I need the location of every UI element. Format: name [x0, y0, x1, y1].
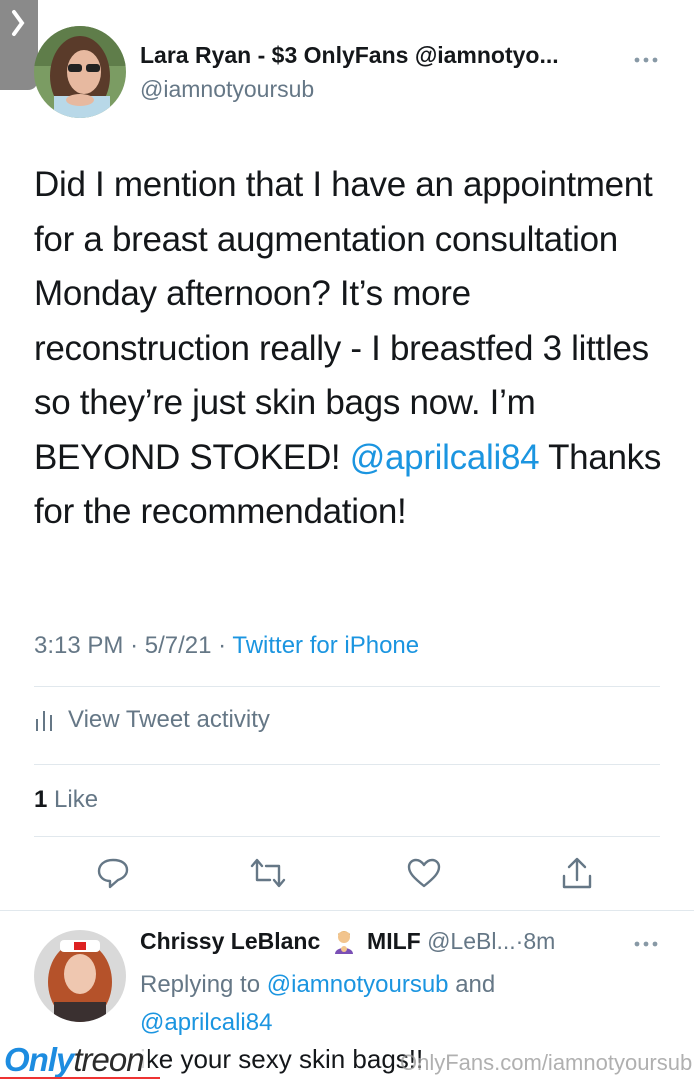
- tweet-date: 5/7/21: [144, 632, 212, 659]
- watermark-url: OnlyFans.com/iamnotyoursub: [400, 1050, 693, 1075]
- like-icon[interactable]: [406, 856, 442, 890]
- back-chevron-icon: [12, 10, 25, 36]
- back-button[interactable]: [0, 0, 38, 90]
- replying-and: and: [448, 971, 496, 998]
- reply-icon[interactable]: [96, 856, 130, 890]
- replying-user-link[interactable]: @aprilcali84: [140, 1009, 272, 1036]
- activity-chart-icon: [36, 711, 52, 731]
- watermark-underline: [0, 1077, 160, 1079]
- view-tweet-activity[interactable]: View Tweet activity: [34, 706, 270, 734]
- meta-separator: ·: [218, 632, 227, 659]
- replying-prefix: Replying to: [140, 971, 267, 998]
- watermark-logo-part: Only: [4, 1041, 74, 1078]
- reply-handle[interactable]: @LeBl...: [427, 928, 516, 954]
- replying-user-link[interactable]: @iamnotyoursub: [267, 971, 449, 998]
- tweet-text-body: Did I mention that I have an appointment…: [34, 165, 653, 477]
- author-name[interactable]: Lara Ryan - $3 OnlyFans @iamnotyo...: [140, 42, 640, 69]
- likes-count[interactable]: 1 Like: [34, 786, 98, 814]
- author-handle[interactable]: @iamnotyoursub: [140, 76, 314, 103]
- divider: [34, 764, 660, 765]
- more-icon[interactable]: [634, 56, 658, 64]
- reply-author-name[interactable]: Chrissy LeBlanc: [140, 928, 320, 954]
- retweet-icon[interactable]: [248, 856, 288, 890]
- tweet-time: 3:13 PM: [34, 632, 124, 659]
- reply-time: 8m: [523, 928, 556, 954]
- reply-badge: MILF: [367, 928, 421, 954]
- activity-label: View Tweet activity: [68, 706, 270, 733]
- like-label: Like: [54, 786, 99, 813]
- mention-link[interactable]: @aprilcali84: [350, 438, 540, 477]
- tweet-text: Did I mention that I have an appointment…: [34, 158, 664, 540]
- author-avatar[interactable]: [34, 26, 126, 118]
- reply-header: Chrissy LeBlanc MILF @LeBl...·8m: [140, 928, 634, 955]
- thread-divider: [0, 910, 694, 911]
- watermark-logo-part: treon: [73, 1041, 144, 1078]
- divider: [34, 686, 660, 687]
- like-number: 1: [34, 786, 48, 813]
- reply-text: ike your sexy skin bags!!: [140, 1044, 424, 1074]
- emoji-icon: [334, 931, 353, 954]
- meta-separator: ·: [130, 632, 139, 659]
- watermark-logo: Only treon: [0, 1040, 148, 1080]
- tweet-source[interactable]: Twitter for iPhone: [232, 632, 419, 659]
- reply-avatar[interactable]: [34, 930, 126, 1022]
- share-icon[interactable]: [560, 856, 594, 892]
- more-icon[interactable]: [634, 940, 658, 948]
- tweet-meta: 3:13 PM · 5/7/21 · Twitter for iPhone: [34, 632, 419, 660]
- divider: [34, 836, 660, 837]
- replying-to: Replying to @iamnotyoursub and @aprilcal…: [140, 966, 660, 1042]
